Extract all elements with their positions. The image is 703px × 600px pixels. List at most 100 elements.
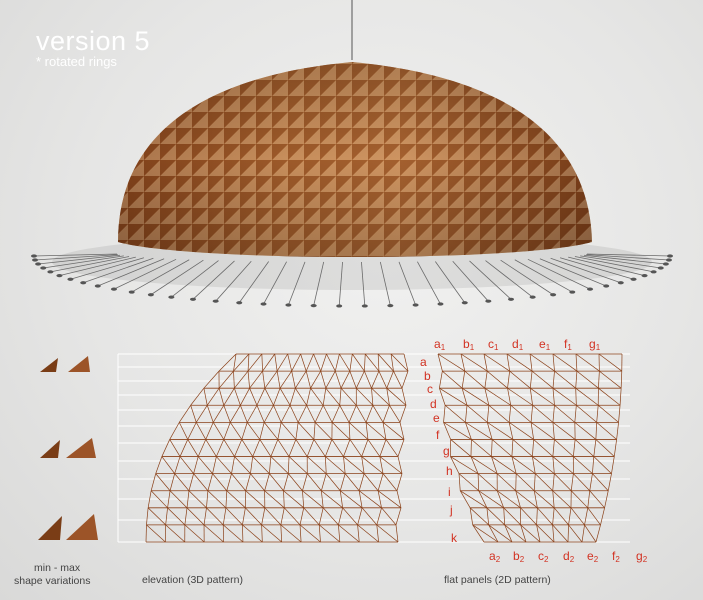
- shape-variation-icons: [38, 356, 98, 540]
- flat-vertical-edge: [596, 405, 599, 423]
- elevation-diagonal-edge: [367, 439, 381, 457]
- elevation-vertical-edge: [322, 388, 327, 406]
- flat-vertical-edge: [503, 507, 506, 525]
- column-label: a1: [434, 337, 446, 352]
- elevation-diagonal-edge: [241, 439, 253, 457]
- flat-diagonal-edge: [584, 524, 597, 543]
- pin-head: [387, 304, 394, 308]
- elevation-diagonal-edge: [223, 405, 231, 423]
- elevation-diagonal-edge: [390, 353, 409, 372]
- elevation-diagonal-edge: [297, 422, 315, 440]
- elevation-vertical-edge: [241, 422, 248, 440]
- elevation-vertical-edge: [223, 387, 235, 406]
- elevation-vertical-edge: [401, 370, 409, 389]
- elevation-vertical-edge: [179, 439, 189, 457]
- elevation-diagonal-edge: [382, 473, 398, 491]
- elevation-diagonal-edge: [307, 473, 322, 491]
- flat-diagonal-edge: [576, 370, 599, 389]
- elevation-diagonal-edge: [269, 473, 284, 491]
- elevation-vertical-edge: [242, 507, 246, 525]
- flat-vertical-edge: [465, 422, 472, 440]
- elevation-vertical-edge: [386, 370, 394, 389]
- flat-diagonal-edge: [530, 422, 555, 440]
- pin-head: [650, 270, 657, 274]
- pin-head: [437, 302, 444, 306]
- elevation-diagonal-edge: [246, 422, 261, 440]
- flat-diagonal-edge: [496, 473, 516, 491]
- elevation-vertical-edge: [287, 456, 290, 474]
- row-labels: abcdefghijk: [420, 355, 458, 545]
- elevation-vertical-edge: [231, 456, 235, 474]
- elevation-diagonal-edge: [364, 370, 372, 389]
- pin-head: [35, 262, 42, 266]
- elevation-vertical-edge: [165, 507, 168, 525]
- elevation-vertical-edge: [264, 370, 278, 389]
- flat-vertical-edge: [465, 405, 468, 423]
- elevation-diagonal-edge: [225, 507, 243, 526]
- elevation-vertical-edge: [331, 405, 341, 423]
- elevation-vertical-edge: [280, 524, 283, 543]
- column-label-index: 2: [570, 555, 575, 564]
- flat-diagonal-edge: [510, 405, 532, 423]
- elevation-vertical-edge: [190, 387, 205, 406]
- elevation-vertical-edge: [259, 422, 265, 440]
- pin-head: [641, 273, 648, 278]
- elevation-vertical-edge: [334, 353, 340, 372]
- elevation-diagonal-edge: [242, 524, 263, 543]
- flat-vertical-edge: [584, 507, 589, 525]
- flat-vertical-edge: [486, 405, 490, 423]
- elevation-diagonal-edge: [356, 387, 374, 406]
- elevation-vertical-edge: [302, 473, 308, 491]
- elevation-diagonal-edge: [325, 473, 341, 491]
- elevation-vertical-edge: [179, 405, 191, 423]
- flat-diagonal-edge: [450, 439, 472, 457]
- pin-head: [67, 277, 74, 281]
- flat-vertical-edge: [486, 507, 490, 525]
- column-label: b1: [463, 337, 475, 352]
- flat-diagonal-edge: [471, 439, 492, 457]
- flat-diagonal-edge: [466, 405, 488, 423]
- elevation-diagonal-edge: [234, 456, 251, 474]
- caption-flat-panels: flat panels (2D pattern): [444, 574, 551, 586]
- column-label: c1: [488, 337, 499, 352]
- elevation-vertical-edge: [280, 507, 285, 525]
- flat-diagonal-edge: [554, 473, 572, 491]
- elevation-diagonal-edge: [234, 388, 241, 406]
- column-label: f2: [612, 549, 620, 564]
- flat-diagonal-edge: [573, 456, 593, 474]
- elevation-diagonal-edge: [318, 524, 341, 543]
- flat-vertical-edge: [458, 473, 461, 491]
- elevation-vertical-edge: [364, 353, 366, 372]
- flat-vertical-edge: [552, 353, 555, 372]
- flat-diagonal-edge: [587, 507, 601, 526]
- flat-vertical-edge: [567, 524, 569, 543]
- pin-head: [285, 303, 292, 307]
- elevation-vertical-edge: [216, 439, 225, 457]
- elevation-diagonal-edge: [289, 405, 299, 423]
- flat-vertical-edge: [529, 371, 533, 389]
- flat-vertical-edge: [477, 473, 480, 491]
- row-label: a: [420, 355, 427, 369]
- flat-vertical-edge: [552, 371, 555, 389]
- elevation-vertical-edge: [377, 473, 384, 491]
- elevation-vertical-edge: [361, 456, 365, 474]
- elevation-vertical-edge: [270, 439, 279, 457]
- elevation-diagonal-edge: [206, 405, 214, 423]
- elevation-vertical-edge: [218, 353, 237, 372]
- elevation-vertical-edge: [377, 353, 380, 372]
- elevation-diagonal-edge: [280, 422, 297, 440]
- flat-diagonal-edge: [458, 473, 479, 491]
- flat-vertical-edge: [595, 422, 598, 440]
- column-label-index: 2: [496, 555, 501, 564]
- elevation-diagonal-edge: [303, 507, 320, 526]
- elevation-diagonal-edge: [261, 353, 263, 372]
- elevation-diagonal-edge: [295, 387, 307, 406]
- elevation-vertical-edge: [343, 439, 351, 457]
- flat-vertical-edge: [439, 371, 443, 389]
- flat-vertical-edge: [575, 388, 577, 406]
- flat-vertical-edge: [552, 456, 555, 474]
- elevation-vertical-edge: [206, 387, 220, 406]
- shape-max-triangle-1: [38, 516, 62, 540]
- elevation-diagonal-edge: [349, 370, 357, 389]
- elevation-diagonal-edge: [325, 456, 346, 474]
